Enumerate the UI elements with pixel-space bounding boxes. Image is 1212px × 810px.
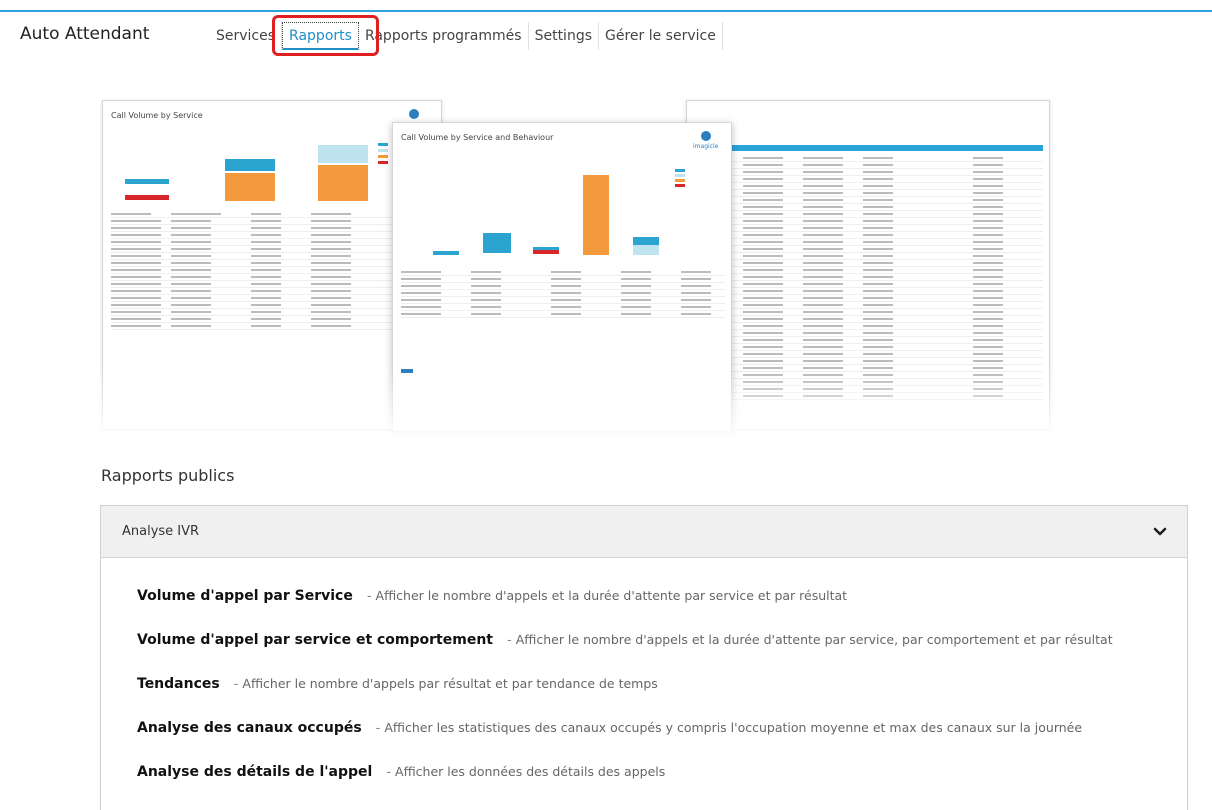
thumb-legend <box>675 179 685 182</box>
tab-settings[interactable]: Settings <box>529 22 599 50</box>
report-link-tendances[interactable]: Tendances <box>137 676 220 692</box>
thumb-legend <box>675 169 685 172</box>
thumb-bar <box>225 159 275 171</box>
reports-preview-image: Call Volume by Service Call Volume by Se… <box>100 96 1080 441</box>
thumb-table <box>401 269 725 318</box>
thumb-legend <box>378 143 388 146</box>
report-description: Afficher le nombre d'appels et la durée … <box>375 588 848 603</box>
thumb-table-header <box>693 145 1043 151</box>
report-group-title: Analyse IVR <box>122 524 200 539</box>
app-title: Auto Attendant <box>20 24 150 44</box>
report-description: Afficher les données des détails des app… <box>395 764 666 779</box>
thumb-bar <box>433 251 459 255</box>
thumb-bar <box>533 250 559 254</box>
list-item: Analyse des détails de l'appel - Afficher … <box>137 764 666 780</box>
list-item: Volume d'appel par Service - Afficher le n… <box>137 588 848 604</box>
report-link-volume-par-service-comportement[interactable]: Volume d'appel par service et comporteme… <box>137 632 493 648</box>
preview-doc-left-title: Call Volume by Service <box>111 111 203 120</box>
tab-rapports[interactable]: Rapports <box>282 22 359 50</box>
report-description: Afficher le nombre d'appels par résultat… <box>242 676 658 691</box>
thumb-bar <box>633 245 659 255</box>
thumb-table <box>693 155 1043 400</box>
tab-services[interactable]: Services <box>210 22 283 50</box>
tab-rapports-programmes[interactable]: Rapports programmés <box>359 22 529 50</box>
main-nav: Services Rapports Rapports programmés Se… <box>210 22 723 50</box>
thumb-bar <box>225 173 275 201</box>
thumb-bar <box>318 145 368 163</box>
list-item: Volume d'appel par service et comporteme… <box>137 632 1113 648</box>
thumb-legend <box>378 161 388 164</box>
report-link-details-appel[interactable]: Analyse des détails de l'appel <box>137 764 372 780</box>
report-link-canaux-occupes[interactable]: Analyse des canaux occupés <box>137 720 362 736</box>
thumb-table <box>111 211 431 330</box>
report-list: Volume d'appel par Service - Afficher le n… <box>137 588 1113 808</box>
section-title: Rapports publics <box>101 466 235 485</box>
preview-fade <box>100 371 1080 441</box>
thumb-bar <box>125 179 169 184</box>
thumb-bar <box>633 237 659 245</box>
thumb-legend <box>378 149 388 152</box>
thumb-legend <box>675 174 685 177</box>
thumb-bar <box>583 175 609 255</box>
report-group-panel: Analyse IVR Volume d'appel par Service - A… <box>100 505 1188 810</box>
tab-gerer-le-service[interactable]: Gérer le service <box>599 22 723 50</box>
thumb-bar <box>318 165 368 201</box>
thumb-legend <box>675 184 685 187</box>
report-description: Afficher le nombre d'appels et la durée … <box>515 632 1113 647</box>
report-link-volume-par-service[interactable]: Volume d'appel par Service <box>137 588 353 604</box>
preview-doc-center-title: Call Volume by Service and Behaviour <box>401 133 554 142</box>
report-group-header[interactable]: Analyse IVR <box>101 506 1187 558</box>
chevron-down-icon[interactable] <box>1153 525 1167 539</box>
thumb-legend <box>378 155 388 158</box>
thumb-bar <box>483 233 511 253</box>
logo-icon <box>409 109 419 119</box>
list-item: Analyse des canaux occupés - Afficher les … <box>137 720 1083 736</box>
top-accent-line <box>0 10 1212 12</box>
report-description: Afficher les statistiques des canaux occ… <box>384 720 1083 735</box>
list-item: Tendances - Afficher le nombre d'appels pa… <box>137 676 658 692</box>
logo-icon <box>701 131 711 141</box>
logo-text: imagicle <box>693 143 719 150</box>
thumb-bar <box>125 195 169 200</box>
